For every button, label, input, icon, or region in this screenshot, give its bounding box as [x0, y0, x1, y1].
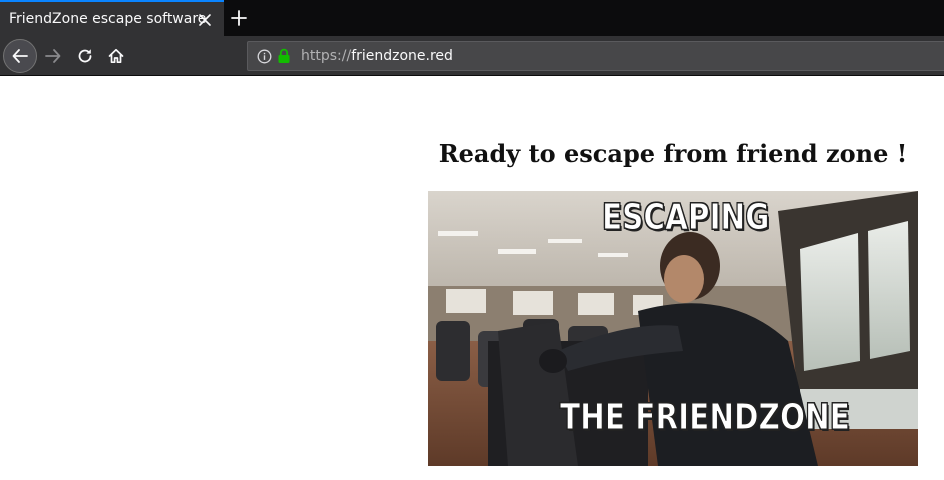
meme-image: ESCAPING THE FRIENDZONE — [428, 191, 918, 466]
lock-icon[interactable] — [277, 48, 291, 64]
forward-button[interactable] — [37, 40, 69, 72]
home-button[interactable] — [100, 40, 132, 72]
tab-title: FriendZone escape software — [9, 11, 207, 27]
url-host: friendzone.red — [351, 48, 453, 64]
url-text[interactable]: https://friendzone.red — [301, 48, 453, 64]
arrow-right-icon — [45, 49, 61, 63]
back-button[interactable] — [3, 39, 37, 73]
url-scheme: https:// — [301, 48, 352, 64]
navigation-bar: https://friendzone.red — [0, 36, 944, 76]
info-icon[interactable] — [257, 49, 272, 64]
arrow-left-icon — [12, 49, 28, 63]
active-tab[interactable]: FriendZone escape software — [0, 0, 224, 36]
reload-button[interactable] — [69, 40, 101, 72]
page-heading: Ready to escape from friend zone ! — [438, 139, 908, 168]
plus-icon[interactable] — [230, 9, 248, 27]
home-icon — [108, 48, 124, 64]
meme-bottom-caption: THE FRIENDZONE — [560, 397, 851, 439]
close-icon[interactable] — [198, 12, 212, 26]
page-content: Ready to escape from friend zone ! ESCAP… — [0, 77, 944, 480]
reload-icon — [78, 49, 92, 63]
meme-top-caption: ESCAPING — [602, 197, 770, 239]
address-bar[interactable]: https://friendzone.red — [247, 41, 944, 71]
tab-strip: FriendZone escape software — [0, 0, 944, 36]
